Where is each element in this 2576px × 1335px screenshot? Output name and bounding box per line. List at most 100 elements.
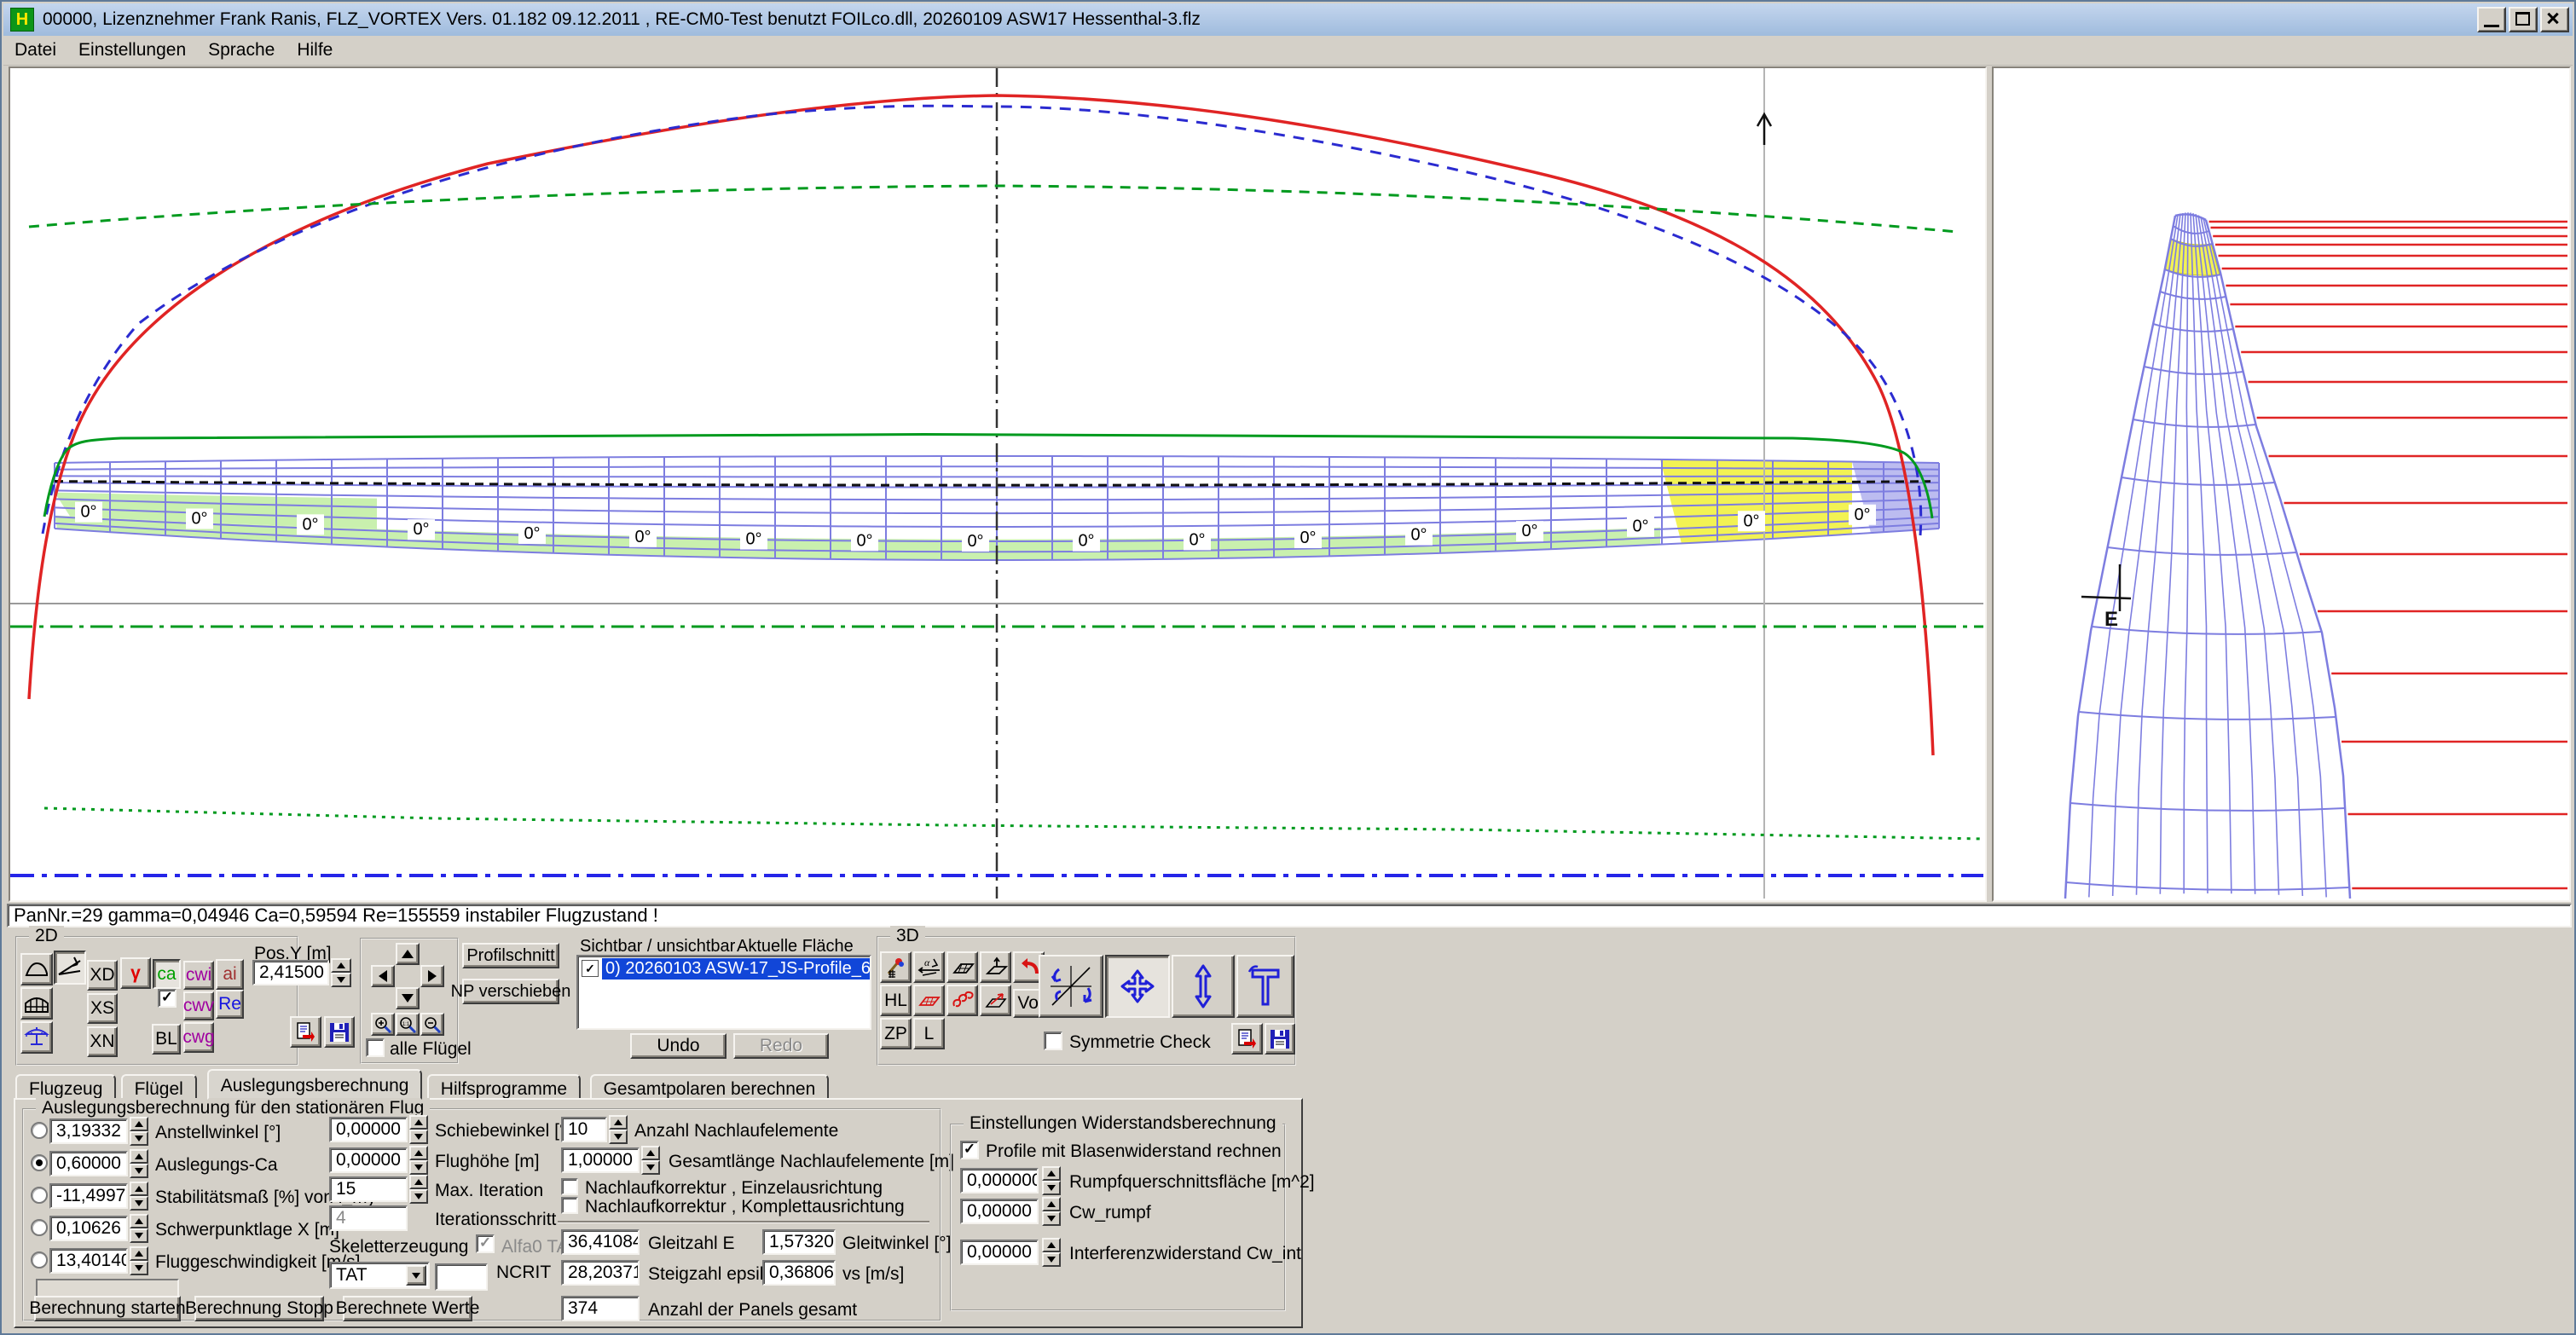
minimize-button[interactable] xyxy=(2477,7,2506,32)
profilschnitt-button[interactable]: Profilschnitt xyxy=(462,943,559,968)
xn-button[interactable]: XN xyxy=(87,1026,118,1057)
panel-tilt-button[interactable] xyxy=(946,951,978,983)
alle-fluegel-checkbox[interactable] xyxy=(366,1038,385,1057)
xd-button[interactable]: XD xyxy=(87,960,118,991)
symmetrie-check-checkbox[interactable] xyxy=(1044,1032,1062,1050)
pan-up-button[interactable] xyxy=(396,943,420,965)
maximize-button[interactable] xyxy=(2509,7,2538,32)
schwerpunkt-spinner[interactable] xyxy=(130,1214,148,1243)
radio-anstellwinkel[interactable] xyxy=(31,1122,48,1139)
ca-button[interactable]: ca xyxy=(153,959,181,989)
spin-up-icon[interactable] xyxy=(331,958,351,973)
flughoehe-spinner[interactable] xyxy=(409,1146,428,1175)
panel-flow-button[interactable] xyxy=(980,985,1011,1016)
xs-button[interactable]: XS xyxy=(87,993,118,1024)
tab-auslegungsberechnung[interactable]: Auslegungsberechnung xyxy=(206,1069,423,1100)
rumpfflaeche-field[interactable]: 0,000000 xyxy=(960,1168,1039,1193)
surface-listbox[interactable]: ✓0) 20260103 ASW-17_JS-Profile_6m_UH xyxy=(576,955,871,1030)
cwi-button[interactable]: cwi xyxy=(183,961,214,990)
anstellwinkel-field[interactable]: 3,19332 xyxy=(49,1118,128,1144)
nachlauf-anzahl-spinner[interactable] xyxy=(609,1115,628,1144)
berechnung-stopp-button[interactable]: Berechnung Stopp xyxy=(185,1296,333,1321)
gamma-button[interactable]: γ xyxy=(120,957,151,989)
ncrit-field[interactable] xyxy=(435,1263,488,1291)
cw-int-field[interactable]: 0,00000 xyxy=(960,1240,1039,1265)
radio-auslegungs-ca[interactable] xyxy=(31,1154,48,1171)
alpha-view-button[interactable]: α xyxy=(913,951,945,983)
geschwindigkeit-spinner[interactable] xyxy=(130,1246,148,1275)
auslegungs-ca-spinner[interactable] xyxy=(130,1149,148,1178)
rumpfflaeche-spinner[interactable] xyxy=(1042,1166,1061,1195)
schwerpunkt-field[interactable]: 0,10626 xyxy=(49,1216,128,1241)
wing-alpha-view-button[interactable] xyxy=(54,951,86,985)
zoom-in-button[interactable] xyxy=(371,1013,395,1036)
cw-rumpf-spinner[interactable] xyxy=(1042,1197,1061,1226)
pan-left-button[interactable] xyxy=(371,965,395,987)
combobox-dropdown-icon[interactable] xyxy=(406,1265,426,1286)
panel-normal-button[interactable] xyxy=(980,951,1011,983)
schiebewinkel-field[interactable]: 0,00000 xyxy=(329,1117,408,1142)
l-button[interactable]: L xyxy=(913,1018,945,1049)
menu-sprache[interactable]: Sprache xyxy=(197,38,286,63)
redo-button[interactable]: Redo xyxy=(733,1033,829,1059)
panel-red-button[interactable] xyxy=(913,985,945,1016)
radio-geschwindigkeit[interactable] xyxy=(31,1251,48,1269)
tab-gesamtpolaren-berechnen[interactable]: Gesamtpolaren berechnen xyxy=(589,1074,830,1100)
geschwindigkeit-field[interactable]: 13,40140 xyxy=(49,1248,128,1274)
auslegungs-ca-field[interactable]: 0,60000 xyxy=(49,1151,128,1176)
pan-down-button[interactable] xyxy=(396,987,420,1009)
berechnete-werte-button[interactable]: Berechnete Werte xyxy=(336,1296,479,1321)
nachlauf-laenge-spinner[interactable] xyxy=(641,1146,660,1175)
pan-right-button[interactable] xyxy=(420,965,444,987)
nk-komplett-checkbox[interactable] xyxy=(561,1197,578,1214)
export-2d-button[interactable] xyxy=(290,1016,321,1048)
tab-hilfsprogramme[interactable]: Hilfsprogramme xyxy=(426,1074,581,1100)
paint-mesh-button[interactable] xyxy=(880,951,912,983)
tab-flugzeug[interactable]: Flugzeug xyxy=(15,1074,117,1100)
stabilitaet-spinner[interactable] xyxy=(130,1182,148,1211)
cwg-button[interactable]: cwg xyxy=(182,1022,215,1053)
menu-hilfe[interactable]: Hilfe xyxy=(286,38,344,63)
blasenwiderstand-checkbox[interactable] xyxy=(960,1141,979,1159)
airfoil-view-button[interactable] xyxy=(20,953,53,985)
bl-button[interactable]: BL xyxy=(152,1024,181,1055)
flughoehe-field[interactable]: 0,00000 xyxy=(329,1147,408,1173)
tab-fl-gel[interactable]: Flügel xyxy=(120,1074,197,1100)
posy-spinner[interactable] xyxy=(331,958,351,987)
save-3d-button[interactable] xyxy=(1265,1023,1295,1055)
nk-einzel-checkbox[interactable] xyxy=(561,1178,578,1195)
radio-schwerpunkt[interactable] xyxy=(31,1219,48,1236)
radio-stabilitaet[interactable] xyxy=(31,1187,48,1204)
ai-button[interactable]: ai xyxy=(216,959,244,990)
pan-3d-button[interactable] xyxy=(1105,955,1170,1018)
ca-checkbox[interactable] xyxy=(158,989,177,1008)
zoom-3d-button[interactable] xyxy=(1172,955,1235,1018)
nachlauf-laenge-field[interactable]: 1,00000 xyxy=(561,1147,640,1173)
max-iteration-spinner[interactable] xyxy=(409,1175,428,1204)
nachlauf-anzahl-field[interactable]: 10 xyxy=(561,1117,607,1142)
posy-field[interactable]: 2,41500 xyxy=(252,960,329,985)
undo-button[interactable]: Undo xyxy=(630,1033,726,1059)
hangar-3d-button[interactable] xyxy=(20,987,53,1020)
save-2d-button[interactable] xyxy=(324,1016,355,1048)
cw-int-spinner[interactable] xyxy=(1042,1238,1061,1267)
cw-rumpf-field[interactable]: 0,00000 xyxy=(960,1199,1039,1224)
spin-down-icon[interactable] xyxy=(331,973,351,987)
schiebewinkel-spinner[interactable] xyxy=(409,1115,428,1144)
zoom-out-button[interactable] xyxy=(420,1013,444,1036)
parasol-button[interactable] xyxy=(20,1021,53,1054)
view3d-canvas[interactable]: E xyxy=(1992,66,2571,902)
rotate-3d-button[interactable] xyxy=(1039,955,1103,1018)
anstellwinkel-spinner[interactable] xyxy=(130,1117,148,1146)
surface-visible-checkbox[interactable]: ✓ xyxy=(582,960,599,977)
stabilitaet-field[interactable]: -11,49978 xyxy=(49,1183,128,1209)
zoom-1to1-button[interactable]: 1:1 xyxy=(396,1013,420,1036)
re-button[interactable]: Re xyxy=(216,990,244,1019)
close-button[interactable] xyxy=(2540,7,2569,32)
zp-button[interactable]: ZP xyxy=(880,1018,912,1049)
vortex-button[interactable] xyxy=(946,985,978,1016)
export-3d-button[interactable] xyxy=(1231,1023,1263,1055)
cwv-button[interactable]: cwv xyxy=(183,991,214,1020)
menu-datei[interactable]: Datei xyxy=(3,38,67,63)
max-iteration-field[interactable]: 15 xyxy=(329,1176,408,1202)
